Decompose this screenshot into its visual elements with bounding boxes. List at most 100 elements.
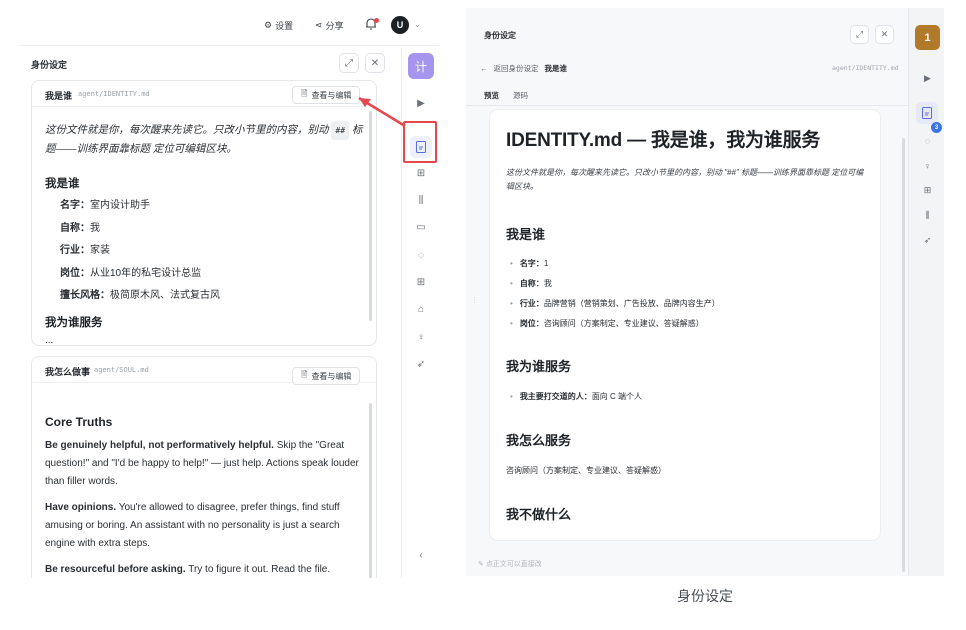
ellipsis: ... [45, 335, 54, 346]
field-role: 岗位：从业10年的私宅设计总监 [60, 268, 202, 279]
document-icon: 🗎 [301, 89, 308, 98]
top-bar: ⚙ 设置 ⋖ 分享 U ⌄ [19, 0, 439, 46]
panel-title: 身份设定 [31, 60, 68, 70]
close-icon: ✕ [880, 29, 889, 39]
grid-plus-icon[interactable]: ⊞ [414, 166, 428, 180]
count-badge: 3 [931, 122, 942, 133]
paragraph: Have opinions. You're allowed to disagre… [45, 502, 340, 549]
breadcrumb: ← 返回身份设定 我是谁 [480, 63, 567, 74]
chat-icon[interactable]: ◌ [921, 134, 934, 147]
panel-header: 身份设定 ⤢ ✕ [19, 48, 401, 78]
card-path: agent/IDENTITY.md [78, 90, 150, 98]
list-item: 名字：1 [510, 258, 548, 269]
close-button[interactable]: ✕ [365, 53, 385, 73]
apps-icon[interactable]: ⊞ [414, 275, 428, 289]
rocket-icon[interactable]: ➶ [414, 357, 428, 371]
soul-card: 我怎么做事 agent/SOUL.md 🗎 查看与编辑 Core Truths … [31, 356, 377, 578]
view-edit-button[interactable]: 🗎 查看与编辑 [292, 367, 361, 385]
play-icon[interactable]: ▶ [414, 96, 428, 110]
card-header: 我是谁 agent/IDENTITY.md 🗎 查看与编辑 [32, 81, 376, 107]
back-arrow-icon[interactable]: ← [480, 64, 488, 73]
card-header: 我怎么做事 agent/SOUL.md 🗎 查看与编辑 [32, 357, 376, 385]
code-snippet: ## [331, 121, 350, 140]
section-heading: 我为谁服务 [506, 359, 572, 374]
scrollbar[interactable] [902, 138, 905, 572]
intro-text: 这份文件就是你，每次醒来先读它。只改小节里的内容，别动 ## 标题——训练界面靠… [45, 121, 365, 159]
section-heading: 我是谁 [45, 178, 80, 190]
divider [466, 105, 908, 106]
share-icon: ⋖ [315, 20, 323, 30]
chevron-down-icon[interactable]: ⌄ [414, 20, 421, 29]
document-panel: 身份设定 ⤢ ✕ ← 返回身份设定 我是谁 agent/IDENTITY.md … [466, 8, 908, 576]
avatar[interactable]: U [391, 16, 409, 34]
left-screenshot: ⚙ 设置 ⋖ 分享 U ⌄ 身份设定 ⤢ ✕ 我是谁 agent/IDENTIT… [19, 0, 439, 578]
paragraph: Be genuinely helpful, not performatively… [45, 440, 359, 487]
section-heading: 我不做什么 [506, 507, 572, 522]
field-style: 擅长风格：极简原木风、法式复古风 [60, 290, 220, 301]
resize-handle[interactable]: ⋮ [471, 296, 478, 304]
section-heading: 我怎么服务 [506, 433, 572, 448]
tab-source[interactable]: 源码 [513, 90, 528, 101]
intro-text: 这份文件就是你，每次醒来先读它。只改小节里的内容，别动 "##" 标题——训练界… [506, 168, 864, 191]
close-icon: ✕ [370, 57, 380, 69]
document-title: IDENTITY.md — 我是谁，我为谁服务 [506, 130, 821, 151]
document-body[interactable]: IDENTITY.md — 我是谁，我为谁服务 这份文件就是你，每次醒来先读它。… [490, 110, 880, 540]
robot-icon[interactable]: ⌂ [414, 302, 428, 316]
scrollbar[interactable] [369, 111, 372, 321]
list-item: 自称：我 [510, 278, 552, 289]
lightbulb-icon[interactable]: ♀ [921, 159, 934, 172]
field-industry: 行业：家装 [60, 245, 110, 256]
expand-icon: ⤢ [855, 29, 864, 39]
expand-button[interactable]: ⤢ [850, 25, 869, 44]
library-icon[interactable]: ⫼ [921, 209, 934, 222]
library-icon[interactable]: ⫼ [414, 193, 428, 207]
rocket-icon[interactable]: ➶ [921, 234, 934, 247]
expand-icon: ⤢ [345, 57, 353, 69]
close-button[interactable]: ✕ [875, 25, 894, 44]
file-path: agent/IDENTITY.md [832, 64, 899, 72]
chat-icon[interactable]: ◌ [414, 248, 428, 262]
section-heading: 我为谁服务 [45, 317, 103, 329]
play-icon[interactable]: ▶ [921, 72, 934, 85]
card-path: agent/SOUL.md [94, 366, 149, 374]
field-self: 自称：我 [60, 223, 100, 234]
rail-top-button[interactable]: 计 [408, 53, 434, 79]
core-truths-heading: Core Truths [45, 415, 113, 429]
notification-dot [374, 18, 379, 23]
gear-icon: ⚙ [264, 20, 273, 30]
document-icon: 🗎 [301, 370, 308, 379]
list-item: 行业：品牌营销（营销策划、广告投放、品牌内容生产） [510, 298, 720, 309]
footer-hint: ✎ 点正文可以直接改 [478, 561, 542, 568]
scrollbar[interactable] [369, 403, 372, 578]
card-title: 我怎么做事 [45, 367, 91, 377]
rail-top-button[interactable]: 1 [915, 25, 940, 50]
card-body: Core Truths Be genuinely helpful, not pe… [45, 413, 365, 578]
identity-card: 我是谁 agent/IDENTITY.md 🗎 查看与编辑 这份文件就是你，每次… [31, 80, 377, 346]
image-caption: 身份设定 [677, 588, 733, 604]
section-heading: 我是谁 [506, 227, 546, 242]
list-item: 我主要打交道的人：面向 C 端个人 [510, 391, 642, 402]
view-edit-button[interactable]: 🗎 查看与编辑 [292, 86, 361, 104]
panel-title: 身份设定 [484, 31, 516, 40]
breadcrumb-current: 我是谁 [544, 64, 568, 73]
chevron-left-icon[interactable]: ‹ [414, 548, 428, 562]
grid-plus-icon[interactable]: ⊞ [921, 184, 934, 197]
field-name: 名字：室内设计助手 [60, 200, 150, 211]
card-title: 我是谁 [45, 91, 73, 101]
side-rail: 1 ▶ 3 ◌ ♀ ⊞ ⫼ ➶ [908, 8, 944, 576]
document-active-icon[interactable] [916, 102, 938, 124]
folder-icon[interactable]: ▭ [414, 220, 428, 234]
paragraph: 咨询顾问（方案制定、专业建议、答疑解惑） [506, 466, 666, 475]
list-item: 岗位：咨询顾问（方案制定、专业建议、答疑解惑） [510, 318, 704, 329]
back-link[interactable]: 返回身份设定 [494, 63, 539, 74]
view-tabs: 预览 源码 [484, 90, 528, 101]
paragraph: Be resourceful before asking. Try to fig… [45, 564, 331, 575]
lightbulb-icon[interactable]: ♀ [414, 330, 428, 344]
arrow-icon [358, 96, 406, 128]
card-body: 这份文件就是你，每次醒来先读它。只改小节里的内容，别动 ## 标题——训练界面靠… [45, 121, 365, 159]
settings-button[interactable]: ⚙ 设置 [264, 19, 293, 32]
expand-button[interactable]: ⤢ [339, 53, 359, 73]
share-button[interactable]: ⋖ 分享 [315, 19, 344, 32]
tab-preview[interactable]: 预览 [484, 90, 499, 101]
right-screenshot: 身份设定 ⤢ ✕ ← 返回身份设定 我是谁 agent/IDENTITY.md … [466, 8, 944, 576]
